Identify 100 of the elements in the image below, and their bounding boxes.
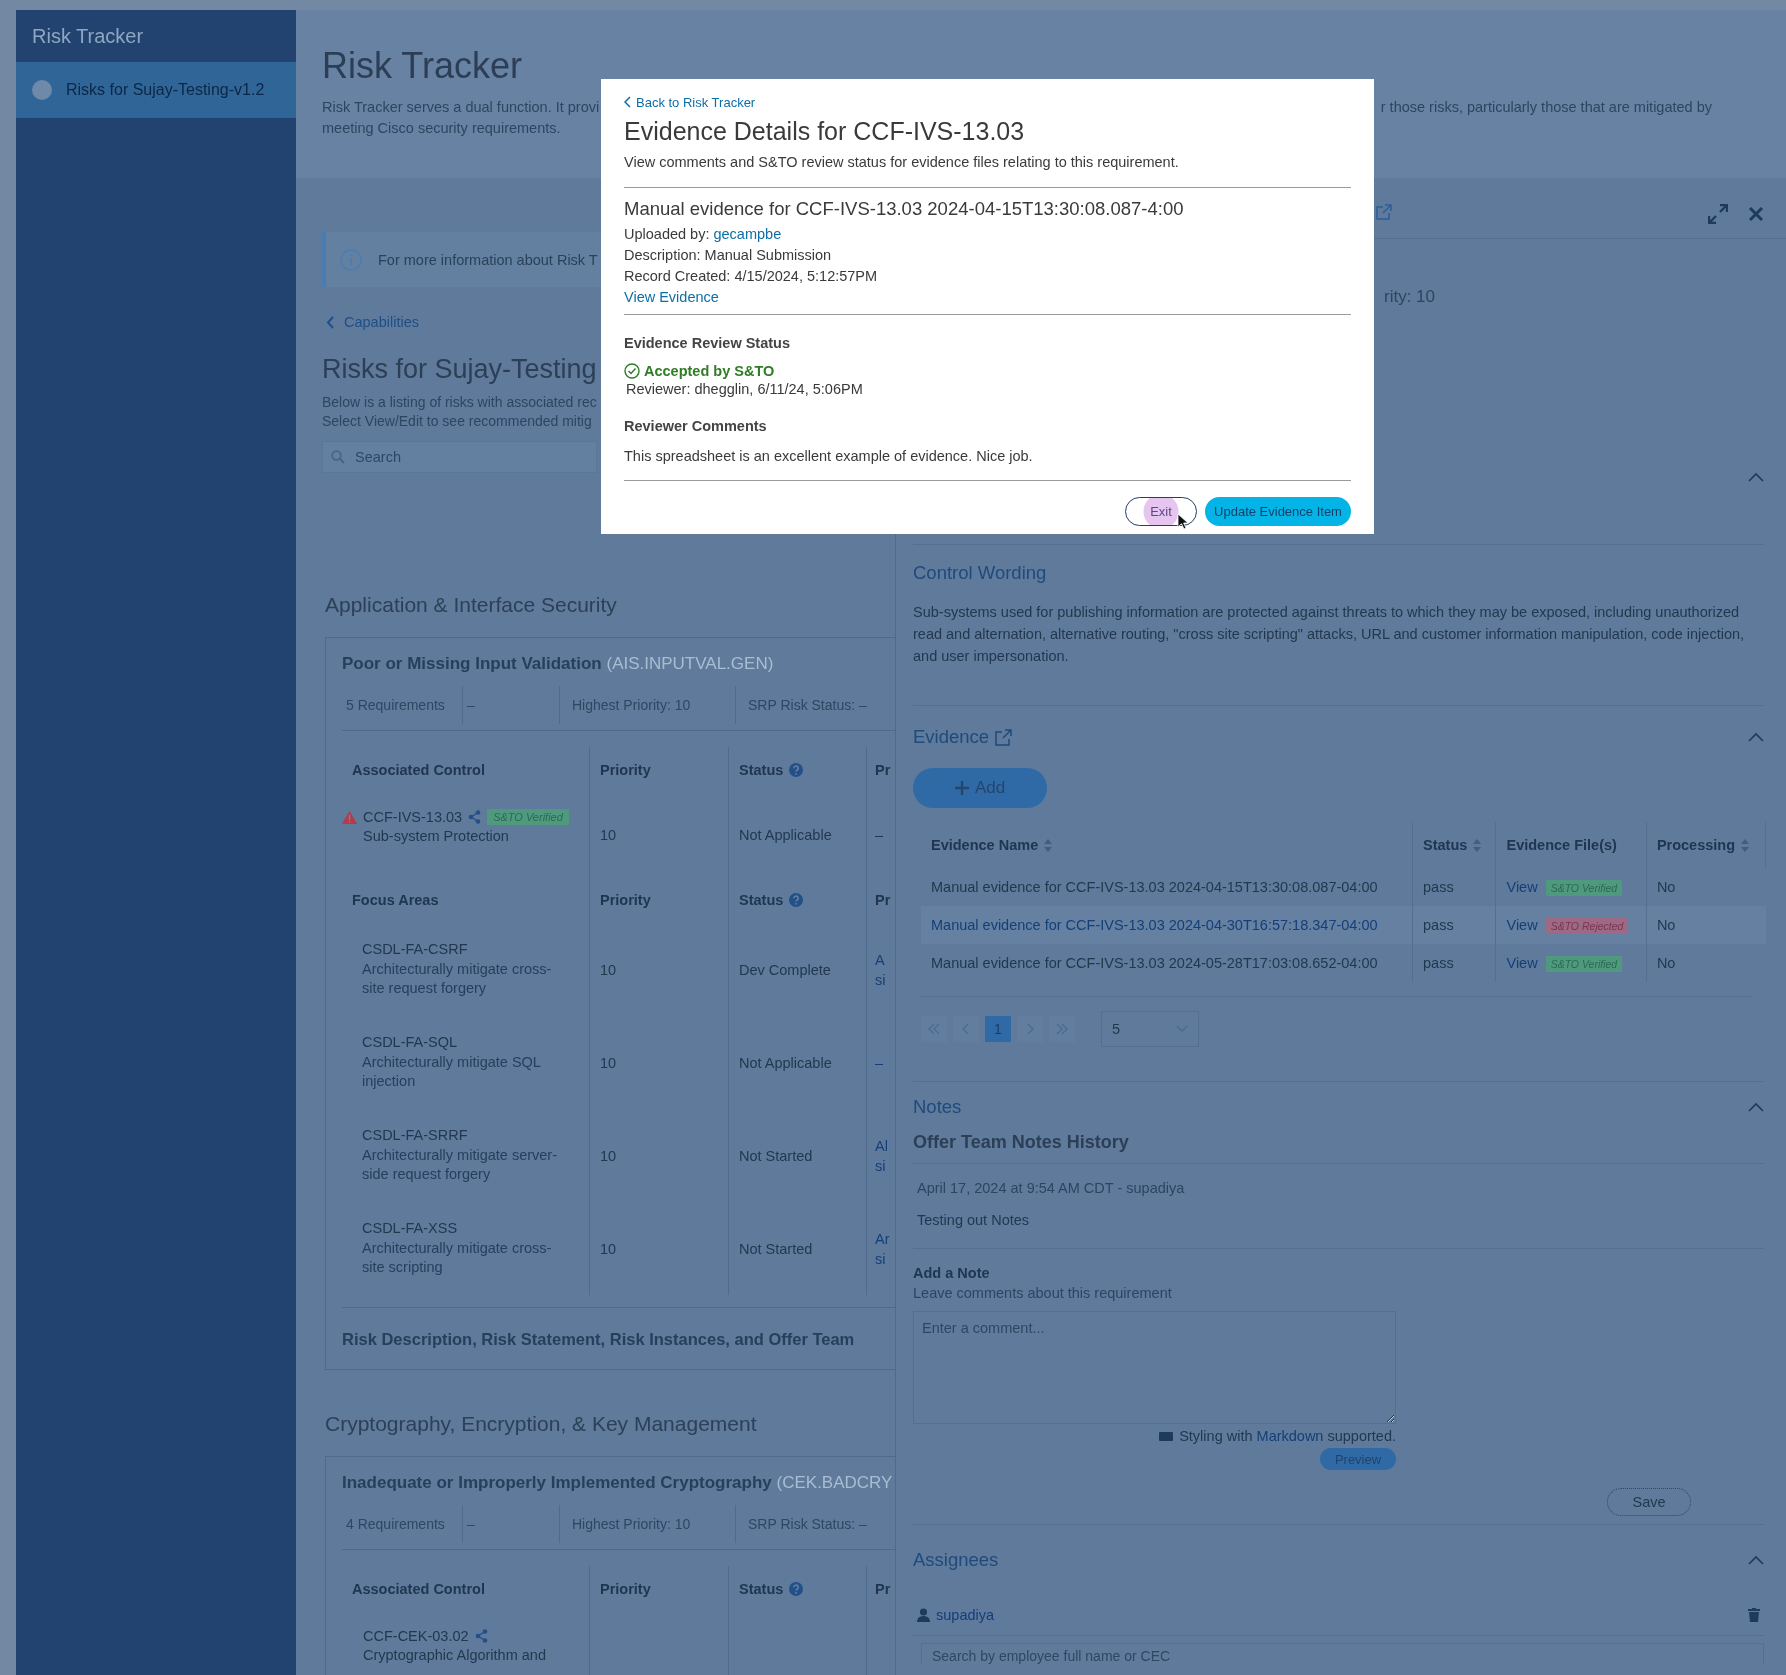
table-cell: 10 — [600, 1147, 617, 1164]
markdown-hint: Styling with Markdown supported. — [1179, 1428, 1396, 1444]
column-header[interactable]: Evidence Name — [931, 837, 1039, 853]
column-header[interactable]: Processing — [1656, 837, 1736, 853]
column-header[interactable]: Status — [1423, 837, 1468, 853]
table-cell-text: A si — [875, 950, 887, 990]
assignee-link[interactable]: supadiya — [936, 1607, 995, 1623]
table-cell: Not Started — [739, 1240, 813, 1257]
view-link[interactable]: View — [1506, 917, 1538, 933]
risk-stat: – — [467, 697, 475, 713]
table-cell: 10 — [600, 827, 617, 843]
table-cell: No — [1646, 944, 1766, 982]
evidence-link[interactable]: Manual evidence for CCF-IVS-13.03 2024-04-30T16:57:18.347-04:00 — [921, 906, 1413, 944]
modal-title: Evidence Details for CCF-IVS-13.03 — [624, 117, 1026, 146]
notes-history-title: Offer Team Notes History — [913, 1132, 1764, 1164]
section-description: Select View/Edit to see recommended mitig — [322, 412, 592, 431]
control-wording-text: Sub-systems used for publishing information are protected against threats to which they may be exposed, including unauthorized read and alternation, alternative routing, "cross site scripting" attacks, URL and customer information manipulation, code injection, and user impersonation. — [913, 603, 1746, 666]
focus-area-description: Architecturally mitigate server-side request forgery — [362, 1146, 558, 1184]
update-button[interactable]: Update Evidence Item — [1205, 497, 1351, 526]
priority-text: rity: 10 — [1384, 287, 1437, 307]
markdown-link[interactable]: Markdown — [1256, 1428, 1324, 1444]
search-field[interactable]: Search — [322, 441, 597, 473]
column-header: Status — [739, 892, 784, 908]
control-id[interactable]: CCF-IVS-13.03 — [363, 809, 463, 825]
page-size-select[interactable]: 5 — [1101, 1011, 1199, 1047]
add-note-title: Add a Note — [913, 1265, 991, 1281]
view-link[interactable]: View — [1506, 879, 1538, 895]
column-header: Priority — [600, 1581, 651, 1597]
risk-stat: Highest Priority: 10 — [572, 697, 691, 713]
note-meta: April 17, 2024 at 9:54 AM CDT - supadiya — [917, 1180, 1186, 1196]
table-cell: – — [875, 827, 884, 843]
comments-heading: Reviewer Comments — [624, 418, 768, 434]
risk-stat: – — [467, 1516, 475, 1532]
add-button[interactable]: Add — [913, 768, 1047, 808]
section-heading: Risks for Sujay-Testing — [322, 353, 597, 386]
column-header: Priority — [600, 892, 651, 908]
table-cell: Not Started — [739, 1147, 813, 1164]
column-header: Evidence File(s) — [1506, 837, 1617, 853]
risk-title: Poor or Missing Input Validation (AIS.INPUTVAL.GEN) — [342, 654, 775, 674]
table-cell: 10 — [600, 1054, 617, 1071]
column-header: Status — [739, 762, 784, 778]
risk-stat: 5 Requirements — [346, 697, 445, 713]
focus-area-description: Architecturally mitigate cross-site scripting — [362, 1239, 553, 1277]
risk-stat: Highest Priority: 10 — [572, 1516, 691, 1532]
back-link[interactable]: Back to Risk Tracker — [636, 94, 756, 110]
table-cell: pass — [1412, 906, 1496, 944]
exit-button[interactable]: Exit — [1125, 497, 1197, 526]
evidence-title: Manual evidence for CCF-IVS-13.03 2024-04-15T13:30:08.087-4:00 — [624, 198, 1185, 220]
back-chevron-icon — [624, 96, 631, 108]
comment-field[interactable]: Enter a comment... — [913, 1311, 1396, 1424]
column-header: Focus Areas — [352, 892, 439, 908]
review-status: Accepted by S&TO — [644, 363, 775, 379]
table-cell-text: Ar si — [875, 1229, 891, 1269]
table-cell: pass — [1412, 868, 1496, 906]
table-cell: Manual evidence for CCF-IVS-13.03 2024-05-28T17:03:08.652-04:00 — [921, 944, 1413, 982]
risk-title: Inadequate or Improperly Implemented Cryptography (CEK.BADCRY — [342, 1473, 894, 1493]
focus-area-id: CSDL-FA-SQL — [362, 1034, 458, 1050]
trash-icon — [1748, 1608, 1760, 1622]
column-header: Associated Control — [352, 762, 485, 778]
plus-icon — [954, 781, 969, 795]
external-link-icon — [1376, 204, 1392, 220]
control-id[interactable]: CCF-CEK-03.02 — [363, 1628, 469, 1644]
note-text: Testing out Notes — [917, 1212, 1031, 1228]
section-title: Notes — [913, 1096, 962, 1118]
focus-area-description: Architecturally mitigate SQL injection — [362, 1053, 542, 1091]
focus-area-description: Architecturally mitigate cross-site request forgery — [362, 960, 553, 998]
page-description: Risk Tracker serves a dual function. It provi — [322, 98, 600, 117]
risk-stat: SRP Risk Status: – — [748, 1516, 867, 1532]
capabilities-link[interactable]: Capabilities — [344, 314, 419, 330]
view-link[interactable]: View — [1506, 955, 1538, 971]
page-button[interactable]: 1 — [985, 1016, 1011, 1042]
focus-area-id: CSDL-FA-SRRF — [362, 1127, 468, 1143]
modal-subtitle: View comments and S&TO review status for evidence files relating to this requirement. — [624, 154, 1180, 170]
external-link-icon — [995, 728, 1013, 746]
table-cell: Not Applicable — [739, 1054, 832, 1071]
first-page-icon — [928, 1023, 940, 1035]
reviewer-comment: This spreadsheet is an excellent example of evidence. Nice job. — [624, 448, 1034, 464]
column-header: Pr — [875, 1581, 891, 1597]
share-icon — [474, 1629, 488, 1643]
cursor-icon — [1177, 513, 1189, 530]
person-icon — [917, 1608, 930, 1622]
sidebar-item[interactable]: Risks for Sujay-Testing-v1.2 — [16, 62, 296, 118]
add-note-hint: Leave comments about this requirement — [913, 1285, 1173, 1301]
table-cell-text: – — [875, 1053, 884, 1073]
section-description: Below is a listing of risks with associated rec — [322, 393, 597, 412]
risk-stat: SRP Risk Status: – — [748, 697, 867, 713]
table-cell: No — [1646, 868, 1766, 906]
column-header: Pr — [875, 762, 891, 778]
view-evidence-link[interactable]: View Evidence — [624, 289, 719, 305]
focus-area-id: CSDL-FA-CSRF — [362, 941, 468, 957]
table-cell: pass — [1412, 944, 1496, 982]
uploader-link[interactable]: gecampbe — [713, 226, 782, 242]
table-cell: 10 — [600, 961, 617, 978]
table-cell-text: Al si — [875, 1136, 889, 1176]
preview-button[interactable]: Preview — [1320, 1448, 1396, 1470]
back-chevron-icon — [326, 315, 334, 329]
info-text: For more information about Risk T — [378, 251, 598, 268]
share-icon — [468, 810, 482, 824]
assignee-search-field[interactable]: Search by employee full name or CEC — [921, 1643, 1764, 1664]
table-cell: Not Applicable — [739, 827, 832, 843]
